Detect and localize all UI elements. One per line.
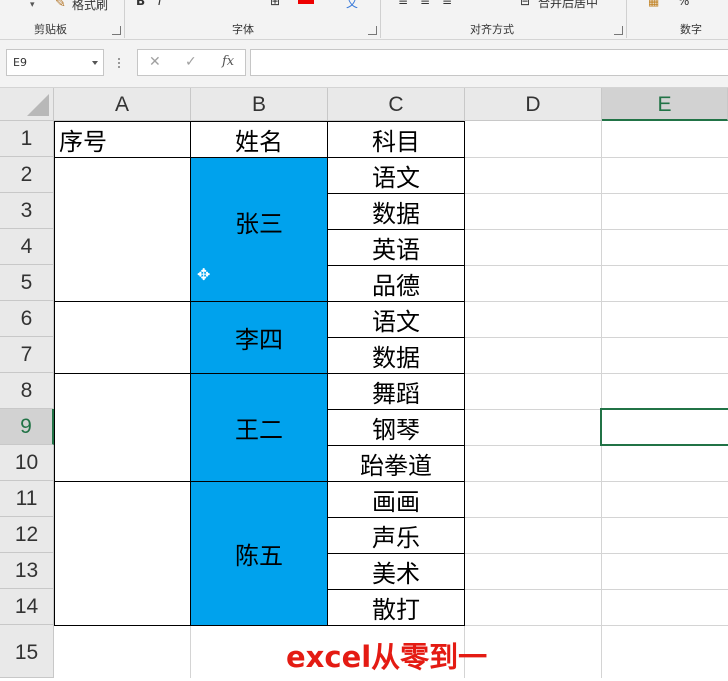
column-header-a[interactable]: A (54, 88, 191, 121)
row-header-2[interactable]: 2 (0, 157, 54, 193)
row-header-10[interactable]: 10 (0, 445, 54, 481)
row-header-6[interactable]: 6 (0, 301, 54, 337)
gridline (465, 229, 728, 230)
gridline (465, 157, 728, 158)
cell-c7[interactable]: 数据 (327, 337, 465, 374)
row-header-9[interactable]: 9 (0, 409, 54, 445)
format-painter-label[interactable]: 格式刷 (72, 0, 108, 13)
paste-dropdown-icon[interactable]: ▾ (30, 0, 35, 10)
watermark-text: excel从零到一 (286, 640, 488, 674)
clipboard-launcher-icon[interactable] (112, 26, 121, 35)
group-label-font: 字体 (232, 23, 254, 36)
merge-center-icon[interactable]: ⊟ (520, 0, 530, 8)
row-header-13[interactable]: 13 (0, 553, 54, 589)
ribbon-divider (380, 0, 381, 38)
column-header-e[interactable]: E (602, 88, 728, 121)
cell-c10[interactable]: 跆拳道 (327, 445, 465, 482)
enter-icon[interactable]: ✓ (185, 54, 197, 70)
font-color-icon[interactable] (298, 0, 314, 4)
name-box-dropdown-icon[interactable] (92, 61, 98, 65)
format-painter-icon[interactable]: ✎ (55, 0, 66, 11)
cell-c13[interactable]: 美术 (327, 553, 465, 590)
cancel-icon[interactable]: ✕ (149, 54, 161, 70)
insert-function-icon[interactable]: fx (222, 54, 234, 69)
cell-c6[interactable]: 语文 (327, 301, 465, 338)
row-header-1[interactable]: 1 (0, 121, 54, 157)
select-all-icon (27, 94, 49, 116)
move-cursor-icon: ✥ (197, 265, 211, 284)
column-header-c[interactable]: C (328, 88, 465, 121)
row-header-8[interactable]: 8 (0, 373, 54, 409)
align-right-icon[interactable]: ≡ (442, 0, 452, 8)
row-header-11[interactable]: 11 (0, 481, 54, 517)
row-header-15[interactable]: 15 (0, 625, 54, 678)
cell-a8-a10[interactable] (54, 373, 191, 482)
merged-cell-name[interactable]: 王二 (190, 373, 328, 482)
percent-icon[interactable]: % (678, 0, 689, 8)
gridline (465, 481, 728, 482)
row-header-12[interactable]: 12 (0, 517, 54, 553)
cell-c5[interactable]: 品德 (327, 265, 465, 302)
gridline (465, 337, 728, 338)
cell-c2[interactable]: 语文 (327, 157, 465, 194)
cell-c8[interactable]: 舞蹈 (327, 373, 465, 410)
selected-cell-e9[interactable] (600, 408, 728, 446)
font-launcher-icon[interactable] (368, 26, 377, 35)
ribbon: ▾ ✎ 格式刷 剪贴板 B I ⊞ 文 字体 ≡ ≡ ≡ ⊟ 合并后居中 对齐方… (0, 0, 728, 40)
cell-c1[interactable]: 科目 (327, 121, 465, 158)
cell-c11[interactable]: 画画 (327, 481, 465, 518)
bold-icon[interactable]: B (136, 0, 145, 8)
cell-c3[interactable]: 数据 (327, 193, 465, 230)
merge-center-label[interactable]: 合并后居中 (538, 0, 598, 11)
gridline (465, 517, 728, 518)
gridline (465, 373, 728, 374)
select-all-button[interactable] (0, 88, 54, 121)
cell-a6-a7[interactable] (54, 301, 191, 374)
row-header-14[interactable]: 14 (0, 589, 54, 625)
cell-a1[interactable]: 序号 (54, 121, 191, 158)
gridline (465, 625, 728, 626)
cell-c4[interactable]: 英语 (327, 229, 465, 266)
align-center-icon[interactable]: ≡ (420, 0, 430, 8)
gridline (465, 301, 728, 302)
merged-cell-name[interactable]: 张三 (190, 157, 328, 302)
group-label-clipboard: 剪贴板 (34, 23, 67, 36)
column-header-d[interactable]: D (465, 88, 602, 121)
gridline (465, 193, 728, 194)
row-header-4[interactable]: 4 (0, 229, 54, 265)
name-box[interactable]: E9 (6, 49, 104, 76)
gridline (465, 265, 728, 266)
group-label-number: 数字 (680, 23, 702, 36)
cell-c12[interactable]: 声乐 (327, 517, 465, 554)
cell-a11-a14[interactable] (54, 481, 191, 626)
ribbon-divider (124, 0, 125, 38)
gridline (465, 553, 728, 554)
gridline (190, 626, 191, 678)
group-label-alignment: 对齐方式 (470, 23, 514, 36)
formula-bar-resize-handle[interactable] (118, 58, 120, 68)
ribbon-divider (626, 0, 627, 38)
merged-cell-name[interactable]: 陈五 (190, 481, 328, 626)
row-header-7[interactable]: 7 (0, 337, 54, 373)
cell-b1[interactable]: 姓名 (190, 121, 328, 158)
cell-c14[interactable]: 散打 (327, 589, 465, 626)
gridline (465, 589, 728, 590)
name-box-value: E9 (13, 56, 27, 69)
row-header-5[interactable]: 5 (0, 265, 54, 301)
cell-c9[interactable]: 钢琴 (327, 409, 465, 446)
align-left-icon[interactable]: ≡ (398, 0, 408, 8)
cell-a2-a5[interactable] (54, 157, 191, 302)
row-header-3[interactable]: 3 (0, 193, 54, 229)
number-format-icon[interactable]: ▦ (648, 0, 659, 8)
formula-input[interactable] (250, 49, 728, 76)
fill-color-icon[interactable]: ⊞ (270, 0, 280, 8)
gridline (601, 121, 602, 678)
alignment-launcher-icon[interactable] (614, 26, 623, 35)
merged-cell-name[interactable]: 李四 (190, 301, 328, 374)
formula-buttons: ✕ ✓ fx (137, 49, 246, 76)
italic-icon[interactable]: I (158, 0, 162, 8)
phonetic-icon[interactable]: 文 (346, 0, 358, 11)
column-header-b[interactable]: B (191, 88, 328, 121)
